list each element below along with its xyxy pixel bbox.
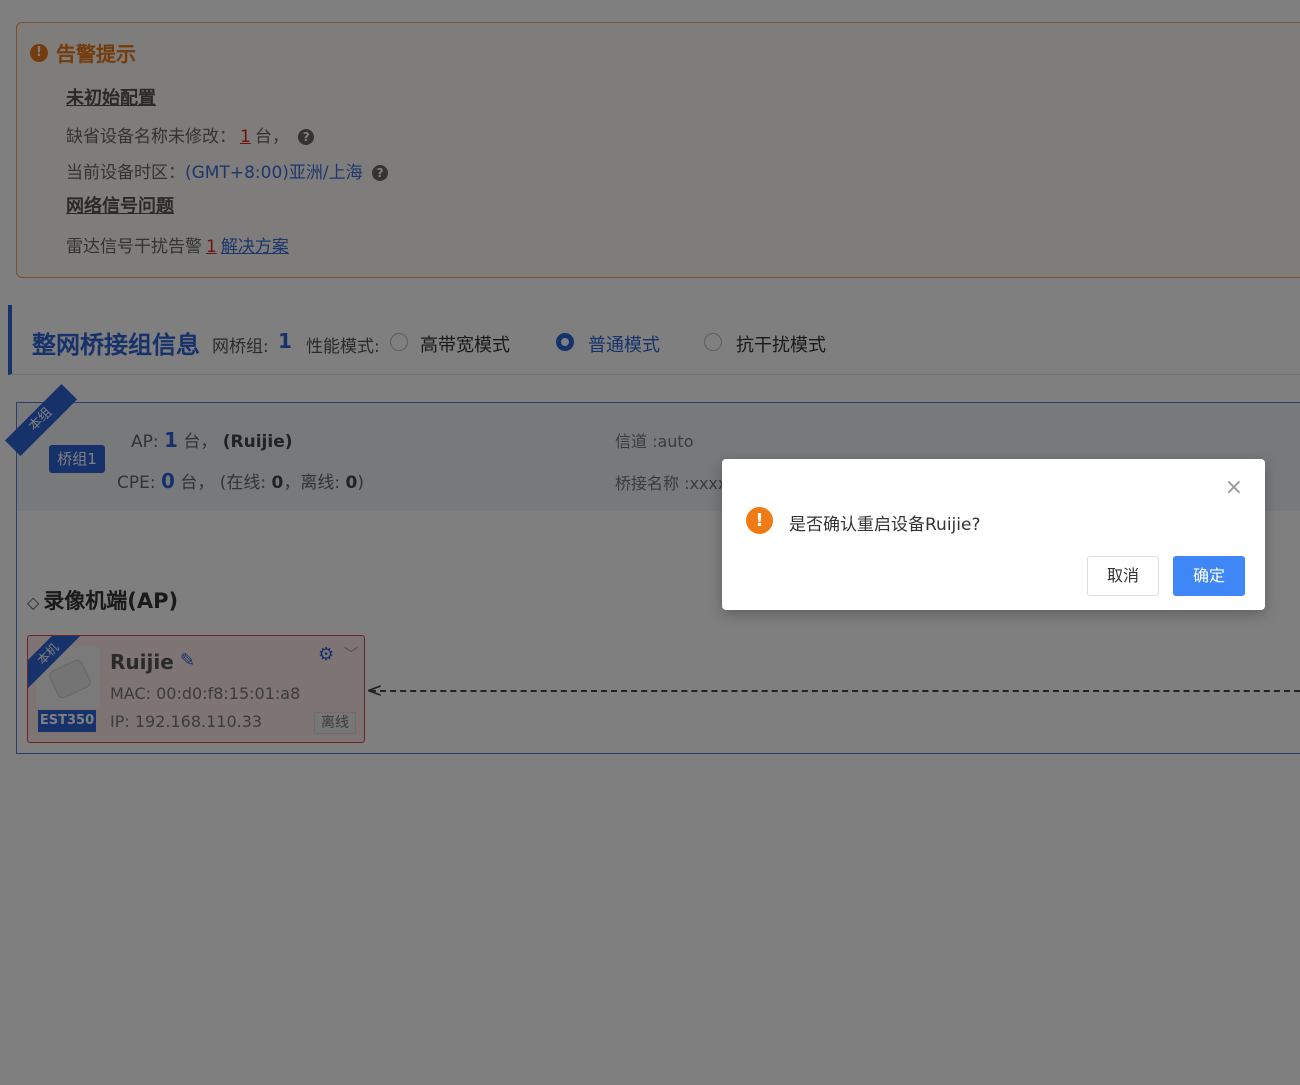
close-icon[interactable]: × <box>1225 475 1243 500</box>
cancel-button[interactable]: 取消 <box>1087 556 1159 596</box>
ok-button[interactable]: 确定 <box>1173 556 1245 596</box>
warning-icon: ! <box>746 507 773 534</box>
confirm-dialog: × ! 是否确认重启设备Ruijie? 取消 确定 <box>722 459 1265 610</box>
confirm-message: 是否确认重启设备Ruijie? <box>789 515 981 535</box>
